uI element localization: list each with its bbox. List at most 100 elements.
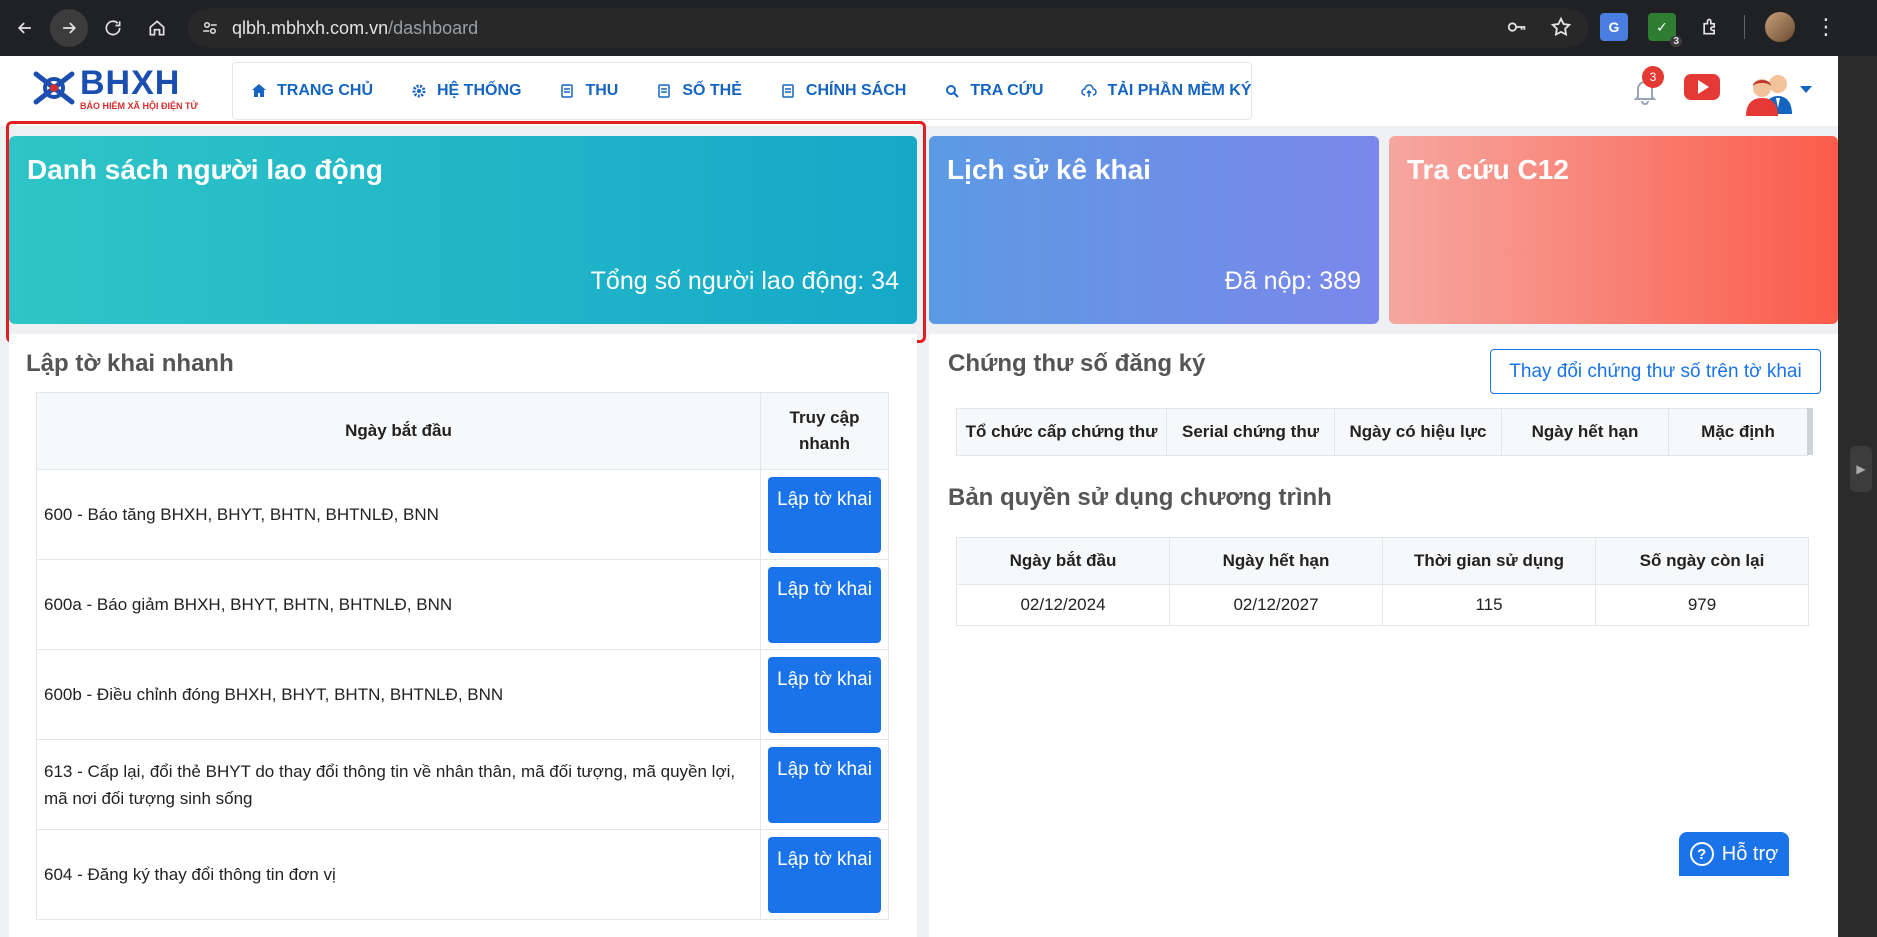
card-employee-list[interactable]: Danh sách người lao động Tổng số người l… xyxy=(9,136,917,324)
url-text: qlbh.mbhxh.com.vn/dashboard xyxy=(232,17,479,38)
table-row: 600b - Điều chỉnh đóng BHXH, BHYT, BHTN,… xyxy=(36,649,889,740)
column-header: Thời gian sử dụng xyxy=(1382,537,1596,585)
toolbar-divider xyxy=(1744,15,1745,39)
document-icon xyxy=(656,83,672,99)
column-header: Ngày hết hạn xyxy=(1501,408,1669,456)
menu-item-label: TẢI PHẦN MỀM KÝ xyxy=(1107,82,1252,99)
bookmark-star-icon[interactable] xyxy=(1550,16,1572,43)
document-icon xyxy=(559,83,575,99)
card-c12-lookup[interactable]: Tra cứu C12 xyxy=(1389,136,1838,324)
card-title: Tra cứu C12 xyxy=(1407,154,1569,185)
card-title: Lịch sử kê khai xyxy=(947,154,1151,185)
card-title: Danh sách người lao động xyxy=(27,154,383,185)
column-header: Ngày bắt đầu xyxy=(956,537,1170,585)
profile-avatar[interactable] xyxy=(1765,12,1795,42)
table-cell: 02/12/2024 xyxy=(956,584,1170,626)
column-header: Số ngày còn lại xyxy=(1595,537,1809,585)
menu-item-tra-cuu[interactable]: TRA CỨU xyxy=(944,82,1043,100)
question-icon: ? xyxy=(1689,842,1714,866)
table-scroll-edge[interactable] xyxy=(1807,408,1813,455)
password-key-icon[interactable] xyxy=(1506,16,1528,43)
table-cell: 979 xyxy=(1595,584,1809,626)
quick-declaration-panel: Lập tờ khai nhanh Ngày bắt đầu Truy cập … xyxy=(9,334,917,937)
help-label: Hỗ trợ xyxy=(1721,842,1779,865)
search-icon xyxy=(944,83,960,99)
menu-item-chinh-sach[interactable]: CHÍNH SÁCH xyxy=(780,82,906,100)
side-gutter xyxy=(1838,56,1877,937)
create-declaration-button[interactable]: Lập tờ khai xyxy=(768,476,881,553)
dashboard-page: BHXH BẢO HIỂM XÃ HỘI ĐIỆN TỬ TRANG CHỦ H… xyxy=(0,56,1838,937)
chevron-down-icon[interactable] xyxy=(1800,86,1812,93)
shield-extension-icon[interactable]: ✓ 3 xyxy=(1648,13,1682,47)
gear-icon xyxy=(411,83,427,99)
forward-icon[interactable] xyxy=(50,9,88,47)
license-table: Ngày bắt đầu Ngày hết hạn Thời gian sử d… xyxy=(956,537,1809,626)
menu-item-label: THU xyxy=(585,82,619,99)
section-title: Bản quyền sử dụng chương trình xyxy=(948,484,1332,511)
column-header: Ngày hết hạn xyxy=(1169,537,1383,585)
menu-item-label: TRA CỨU xyxy=(970,82,1044,99)
create-declaration-button[interactable]: Lập tờ khai xyxy=(768,836,881,913)
menu-item-label: HỆ THỐNG xyxy=(437,82,522,99)
document-icon xyxy=(780,83,796,99)
menu-kebab-icon[interactable]: ⋮ xyxy=(1815,16,1837,38)
card-stat: Đã nộp: 389 xyxy=(1224,267,1361,295)
column-header: Ngày bắt đầu xyxy=(36,392,761,470)
menu-item-label: SỐ THẺ xyxy=(682,82,742,99)
create-declaration-button[interactable]: Lập tờ khai xyxy=(768,656,881,733)
logo-subtitle: BẢO HIỂM XÃ HỘI ĐIỆN TỬ xyxy=(80,100,198,111)
table-cell: 02/12/2027 xyxy=(1169,584,1383,626)
create-declaration-button[interactable]: Lập tờ khai xyxy=(768,746,881,823)
browser-toolbar: qlbh.mbhxh.com.vn/dashboard G ✓ 3 ⋮ xyxy=(0,0,1877,56)
cloud-upload-icon xyxy=(1081,83,1098,99)
certificate-table: Tổ chức cấp chứng thư Serial chứng thư N… xyxy=(956,408,1808,456)
table-row: 613 - Cấp lại, đổi thẻ BHYT do thay đổi … xyxy=(36,739,889,830)
column-header: Serial chứng thư xyxy=(1166,408,1335,456)
menu-item-download-signer[interactable]: TẢI PHẦN MỀM KÝ xyxy=(1081,82,1251,100)
menu-item-label: TRANG CHỦ xyxy=(277,82,373,99)
column-header: Mặc định xyxy=(1668,408,1808,456)
reload-icon[interactable] xyxy=(94,9,132,47)
site-settings-icon[interactable] xyxy=(194,12,226,44)
card-stat: Tổng số người lao động: 34 xyxy=(590,267,899,295)
menu-item-so-the[interactable]: SỐ THẺ xyxy=(656,82,742,100)
card-declaration-history[interactable]: Lịch sử kê khai Đã nộp: 389 xyxy=(929,136,1379,324)
change-certificate-button[interactable]: Thay đổi chứng thư số trên tờ khai xyxy=(1490,349,1821,394)
user-avatar[interactable] xyxy=(1744,68,1794,116)
home-icon[interactable] xyxy=(138,9,176,47)
bhxh-logo[interactable]: BHXH BẢO HIỂM XÃ HỘI ĐIỆN TỬ xyxy=(30,64,198,112)
form-description: 600a - Báo giảm BHXH, BHYT, BHTN, BHTNLĐ… xyxy=(36,559,761,650)
form-description: 600b - Điều chỉnh đóng BHXH, BHYT, BHTN,… xyxy=(36,649,761,740)
help-button[interactable]: ? Hỗ trợ xyxy=(1679,832,1789,876)
form-description: 600 - Báo tăng BHXH, BHYT, BHTN, BHTNLĐ,… xyxy=(36,469,761,560)
address-bar[interactable]: qlbh.mbhxh.com.vn/dashboard xyxy=(188,8,1588,48)
notification-badge: 3 xyxy=(1642,66,1664,88)
form-description: 613 - Cấp lại, đổi thẻ BHYT do thay đổi … xyxy=(36,739,761,830)
menu-item-label: CHÍNH SÁCH xyxy=(805,82,907,99)
table-row: 604 - Đăng ký thay đổi thông tin đơn vị … xyxy=(36,829,889,920)
section-title: Chứng thư số đăng ký xyxy=(948,350,1206,377)
section-title: Lập tờ khai nhanh xyxy=(26,350,234,377)
menu-item-home[interactable]: TRANG CHỦ xyxy=(251,82,373,100)
menu-item-system[interactable]: HỆ THỐNG xyxy=(411,82,521,100)
column-header: Tổ chức cấp chứng thư xyxy=(956,408,1167,456)
back-icon[interactable] xyxy=(6,9,44,47)
main-menu: TRANG CHỦ HỆ THỐNG THU SỐ THẺ CHÍNH SÁCH… xyxy=(232,62,1252,120)
home-icon xyxy=(251,83,267,99)
bhxh-logo-mark-icon xyxy=(33,71,75,105)
menu-item-thu[interactable]: THU xyxy=(559,82,618,100)
column-header: Ngày có hiệu lực xyxy=(1334,408,1502,456)
site-header: BHXH BẢO HIỂM XÃ HỘI ĐIỆN TỬ TRANG CHỦ H… xyxy=(0,56,1838,126)
table-row: 02/12/2024 02/12/2027 115 979 xyxy=(956,584,1809,626)
form-description: 604 - Đăng ký thay đổi thông tin đơn vị xyxy=(36,829,761,920)
logo-name: BHXH xyxy=(80,63,181,102)
create-declaration-button[interactable]: Lập tờ khai xyxy=(768,566,881,643)
extensions-puzzle-icon[interactable] xyxy=(1696,13,1724,41)
table-row: 600 - Báo tăng BHXH, BHYT, BHTN, BHTNLĐ,… xyxy=(36,469,889,560)
youtube-icon[interactable] xyxy=(1684,74,1720,100)
quick-declaration-table: Ngày bắt đầu Truy cập nhanh 600 - Báo tă… xyxy=(36,392,889,920)
column-header: Truy cập nhanh xyxy=(760,392,889,470)
side-panel-toggle-icon[interactable]: ▶ xyxy=(1850,446,1872,492)
table-row: 600a - Báo giảm BHXH, BHYT, BHTN, BHTNLĐ… xyxy=(36,559,889,650)
translate-extension-icon[interactable]: G xyxy=(1600,13,1628,41)
